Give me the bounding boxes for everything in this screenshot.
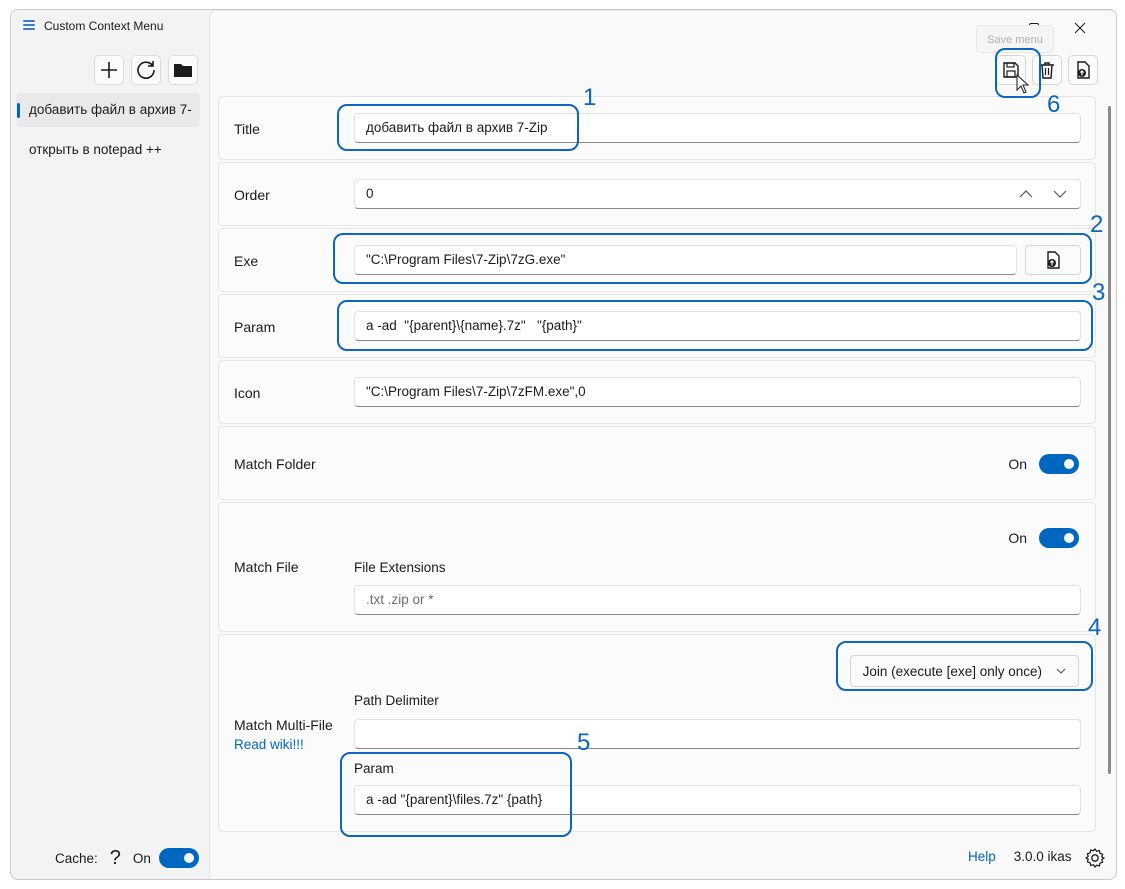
multi-param-input[interactable]: a -ad "{parent}\files.7z" {path} bbox=[354, 785, 1081, 815]
icon-input[interactable]: "C:\Program Files\7-Zip\7zFM.exe",0 bbox=[354, 377, 1081, 407]
browse-exe-button[interactable] bbox=[1025, 245, 1081, 275]
save-tooltip: Save menu bbox=[976, 25, 1054, 53]
form-rows: Title добавить файл в архив 7-Zip Order … bbox=[218, 96, 1096, 834]
title-row: Title добавить файл в архив 7-Zip bbox=[218, 96, 1096, 160]
app-window: Custom Context Menu добавить файл в архи… bbox=[10, 9, 1117, 880]
sidebar-toolbar bbox=[94, 55, 198, 85]
callout-number: 1 bbox=[583, 84, 597, 111]
match-file-label: Match File bbox=[234, 559, 299, 575]
match-folder-state: On bbox=[1008, 456, 1027, 472]
exe-row: Exe "C:\Program Files\7-Zip\7zG.exe" bbox=[218, 228, 1096, 292]
match-folder-toggle[interactable] bbox=[1039, 454, 1079, 474]
footer: Help 3.0.0 ikas bbox=[968, 849, 1072, 864]
menu-list-item[interactable]: открыть в notepad ++ bbox=[16, 133, 200, 167]
order-number-box[interactable]: 0 bbox=[354, 179, 1081, 209]
export-button[interactable] bbox=[1068, 55, 1098, 85]
menu-list-item-label: добавить файл в архив 7- bbox=[29, 102, 192, 117]
cache-label: Cache: bbox=[55, 850, 98, 866]
cache-state-label: On bbox=[132, 850, 151, 866]
folder-icon bbox=[174, 64, 192, 77]
question-icon[interactable]: ? bbox=[110, 848, 121, 868]
app-title: Custom Context Menu bbox=[44, 19, 164, 33]
path-delimiter-input[interactable] bbox=[354, 719, 1081, 749]
version-label: 3.0.0 ikas bbox=[1013, 849, 1072, 864]
main-panel: Save menu Title добавить файл в архив 7-… bbox=[209, 10, 1116, 879]
file-extensions-label: File Extensions bbox=[354, 560, 446, 575]
icon-label: Icon bbox=[234, 385, 261, 401]
menu-toolbar bbox=[996, 55, 1098, 85]
sidebar: Custom Context Menu добавить файл в архи… bbox=[11, 10, 209, 879]
path-delimiter-label: Path Delimiter bbox=[354, 693, 439, 708]
cache-toggle[interactable] bbox=[158, 848, 199, 868]
match-file-toggle[interactable] bbox=[1039, 528, 1079, 548]
order-row: Order 0 bbox=[218, 162, 1096, 226]
multi-file-mode-select[interactable]: Join (execute [exe] only once) bbox=[849, 655, 1079, 687]
multi-param-label: Param bbox=[354, 761, 394, 776]
multi-file-mode-value: Join (execute [exe] only once) bbox=[862, 663, 1042, 679]
match-folder-row: Match Folder On bbox=[218, 426, 1096, 500]
scrollbar[interactable] bbox=[1108, 106, 1111, 774]
callout-number: 4 bbox=[1088, 614, 1102, 641]
file-extensions-input[interactable]: .txt .zip or * bbox=[354, 585, 1081, 615]
match-folder-label: Match Folder bbox=[234, 456, 316, 472]
help-link[interactable]: Help bbox=[968, 849, 996, 864]
file-upload-icon bbox=[1077, 61, 1090, 79]
match-folder-switch: On bbox=[1008, 454, 1079, 474]
file-upload-icon bbox=[1047, 251, 1060, 269]
match-file-state: On bbox=[1008, 530, 1027, 546]
cache-row: Cache: ? On bbox=[55, 848, 199, 868]
trash-icon bbox=[1040, 62, 1054, 79]
read-wiki-link[interactable]: Read wiki!!! bbox=[234, 737, 304, 752]
refresh-icon bbox=[137, 61, 155, 79]
callout-number: 3 bbox=[1092, 279, 1106, 306]
add-menu-button[interactable] bbox=[94, 55, 124, 85]
menu-list-item-label: открыть в notepad ++ bbox=[29, 142, 162, 157]
delete-button[interactable] bbox=[1032, 55, 1062, 85]
title-label: Title bbox=[234, 121, 260, 137]
menu-list: добавить файл в архив 7- открыть в notep… bbox=[16, 93, 200, 173]
chevron-down-icon[interactable] bbox=[1053, 189, 1067, 199]
param-label: Param bbox=[234, 319, 276, 335]
chevron-down-icon bbox=[1056, 668, 1066, 674]
icon-row: Icon "C:\Program Files\7-Zip\7zFM.exe",0 bbox=[218, 360, 1096, 424]
chevron-up-icon[interactable] bbox=[1019, 189, 1033, 199]
match-file-switch: On bbox=[1008, 528, 1079, 548]
exe-label: Exe bbox=[234, 253, 259, 269]
gear-icon[interactable] bbox=[1084, 847, 1106, 869]
callout-number: 2 bbox=[1090, 211, 1104, 238]
refresh-button[interactable] bbox=[131, 55, 161, 85]
mouse-cursor-icon bbox=[1016, 74, 1030, 94]
close-button[interactable] bbox=[1057, 17, 1103, 39]
close-icon bbox=[1074, 22, 1086, 34]
callout-number: 6 bbox=[1047, 91, 1061, 118]
match-file-row: Match File On File Extensions .txt .zip … bbox=[218, 502, 1096, 632]
callout-number: 5 bbox=[577, 729, 591, 756]
open-folder-button[interactable] bbox=[168, 55, 198, 85]
param-row: Param a -ad "{parent}\{name}.7z" "{path}… bbox=[218, 294, 1096, 358]
plus-icon bbox=[101, 62, 117, 78]
menu-list-item[interactable]: добавить файл в архив 7- bbox=[16, 93, 200, 127]
param-input[interactable]: a -ad "{parent}\{name}.7z" "{path}" bbox=[354, 311, 1081, 341]
title-input[interactable]: добавить файл в архив 7-Zip bbox=[354, 113, 1081, 143]
match-multi-file-label: Match Multi-File bbox=[234, 717, 333, 733]
order-label: Order bbox=[234, 187, 270, 203]
order-value: 0 bbox=[366, 186, 374, 201]
exe-input[interactable]: "C:\Program Files\7-Zip\7zG.exe" bbox=[354, 245, 1017, 275]
app-menu-icon bbox=[23, 20, 35, 30]
match-multi-file-row: Match Multi-File Read wiki!!! Join (exec… bbox=[218, 634, 1096, 832]
